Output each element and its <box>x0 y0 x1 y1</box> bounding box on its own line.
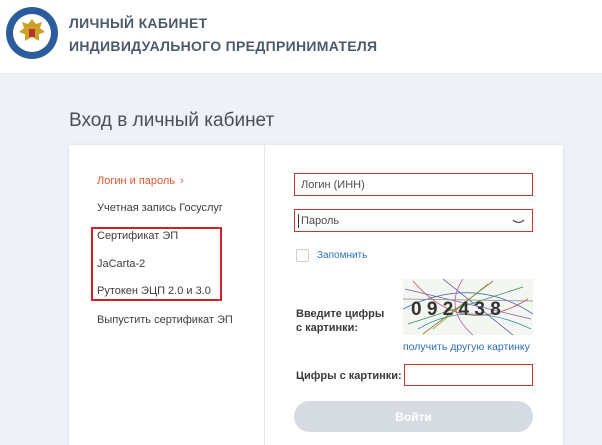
password-field[interactable] <box>294 209 533 232</box>
page-title: Вход в личный кабинет <box>69 110 275 131</box>
captcha-code-input[interactable] <box>405 365 532 385</box>
password-input[interactable] <box>295 210 532 231</box>
header-title-line2: ИНДИВИДУАЛЬНОГО ПРЕДПРИНИМАТЕЛЯ <box>69 38 378 54</box>
captcha-label-line2: с картинки: <box>296 322 359 334</box>
eye-icon[interactable] <box>512 216 525 226</box>
login-field[interactable] <box>294 173 533 196</box>
chevron-right-icon: › <box>180 175 184 187</box>
captcha-refresh-link[interactable]: получить другую картинку <box>403 341 530 353</box>
header-title: ЛИЧНЫЙ КАБИНЕТ ИНДИВИДУАЛЬНОГО ПРЕДПРИНИ… <box>69 12 377 58</box>
submit-button[interactable]: Войти <box>294 401 533 432</box>
menu-item-gosuslugi[interactable]: Учетная запись Госуслуг <box>97 202 223 214</box>
remember-label[interactable]: Запомнить <box>317 250 367 261</box>
login-input[interactable] <box>295 174 532 195</box>
header-title-line1: ЛИЧНЫЙ КАБИНЕТ <box>69 15 208 31</box>
text-caret <box>298 214 299 228</box>
site-header: ЛИЧНЫЙ КАБИНЕТ ИНДИВИДУАЛЬНОГО ПРЕДПРИНИ… <box>0 0 602 74</box>
menu-item-issue-certificate[interactable]: Выпустить сертификат ЭП <box>97 314 233 326</box>
highlight-box <box>91 227 222 301</box>
captcha-code-field[interactable] <box>404 364 533 386</box>
menu-item-label: Логин и пароль <box>97 175 176 187</box>
captcha-label: Введите цифры с картинки: <box>296 307 384 335</box>
code-label: Цифры с картинки: <box>296 370 402 382</box>
emblem-logo <box>6 7 58 59</box>
captcha-label-line1: Введите цифры <box>296 308 385 320</box>
remember-checkbox[interactable] <box>296 249 309 262</box>
captcha-image: 0 9 2 4 3 8 <box>403 279 533 335</box>
menu-item-login-password[interactable]: Логин и пароль › <box>97 175 184 187</box>
panel-divider <box>264 145 265 445</box>
captcha-text: 0 9 2 4 3 8 <box>411 299 501 320</box>
